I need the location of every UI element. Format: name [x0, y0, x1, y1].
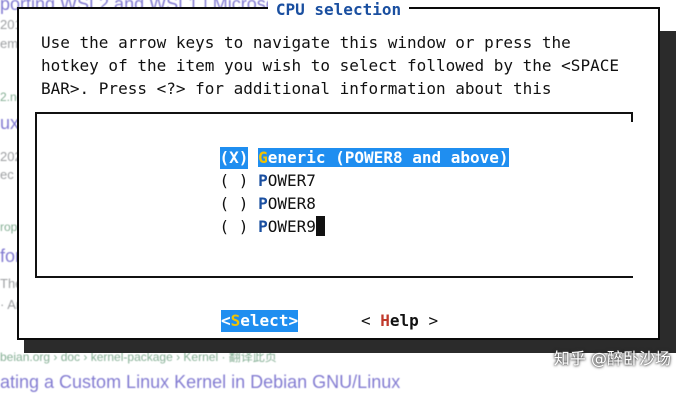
help-button[interactable]: < Help >	[361, 310, 438, 332]
list-box-corner	[631, 112, 633, 122]
text-cursor	[315, 216, 325, 236]
choice-item-power8[interactable]: ( ) POWER8	[181, 171, 316, 213]
select-button[interactable]: <Select>	[221, 310, 299, 332]
help-text-line-3: BAR>. Press <?> for additional informati…	[41, 79, 552, 98]
choice-item-power9[interactable]: ( ) POWER9	[181, 194, 325, 236]
choice-item-generic[interactable]: (X) Generic (POWER8 and above)	[181, 125, 509, 169]
help-text-line-1: Use the arrow keys to navigate this wind…	[41, 33, 571, 52]
select-hotkey: S	[230, 311, 241, 330]
choice-item-power7[interactable]: ( ) POWER7	[181, 148, 316, 190]
dialog-title: CPU selection	[19, 0, 658, 20]
radio-indicator: ( )	[219, 217, 249, 236]
background-text-line: ating a Custom Linux Kernel in Debian GN…	[0, 372, 401, 392]
hotkey-letter: P	[258, 217, 268, 236]
choice-text: OWER9	[267, 217, 316, 236]
help-text-line-2: hotkey of the item you wish to select fo…	[41, 56, 619, 75]
help-hotkey: H	[380, 311, 390, 330]
cpu-selection-dialog: CPU selection Use the arrow keys to navi…	[17, 0, 660, 340]
zhihu-watermark: 知乎 @醉卧沙场	[553, 349, 671, 368]
choice-label: POWER9	[258, 217, 316, 236]
left-gutter	[0, 7, 17, 340]
